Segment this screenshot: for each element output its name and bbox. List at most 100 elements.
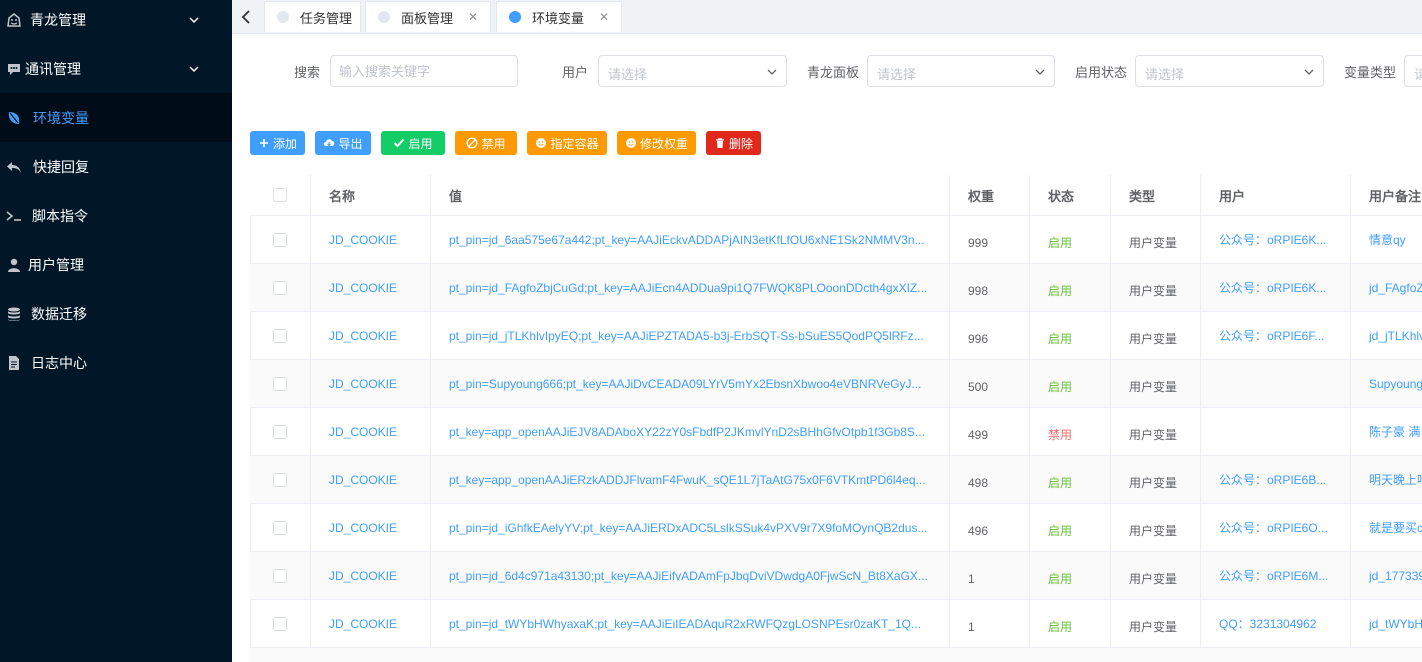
cell-user-text[interactable]: 公众号：oRPIE6K... — [1219, 231, 1326, 248]
cell-name-text[interactable]: JD_COOKIE — [329, 521, 397, 535]
cell-name-text[interactable]: JD_COOKIE — [329, 377, 397, 391]
cell-weight: 1 — [950, 552, 1030, 600]
assign-container-button[interactable]: 指定容器 — [527, 131, 607, 155]
cell-weight-text: 998 — [968, 283, 989, 298]
status-select[interactable]: 请选择 — [1135, 55, 1324, 87]
cell-type-text: 用户变量 — [1129, 476, 1178, 490]
user-select[interactable]: 请选择 — [598, 55, 787, 87]
cell-weight-text: 1 — [968, 571, 975, 586]
sidebar-item-messaging[interactable]: 通讯管理 — [0, 44, 232, 93]
back-button[interactable] — [232, 0, 260, 34]
cell-user-text[interactable]: QQ：3231304962 — [1219, 615, 1316, 632]
cell-name-text[interactable]: JD_COOKIE — [329, 329, 397, 343]
close-icon[interactable]: ✕ — [599, 10, 609, 24]
cell-weight-text: 496 — [968, 523, 989, 538]
column-header-label: 类型 — [1129, 188, 1156, 204]
cell-name-text[interactable]: JD_COOKIE — [329, 617, 397, 631]
cell-value-text[interactable]: pt_pin=jd_FAgfoZbjCuGd;pt_key=AAJiEcn4AD… — [449, 281, 927, 295]
sidebar-item-quick-reply[interactable]: 快捷回复 — [0, 142, 232, 191]
sidebar-item-users[interactable]: 用户管理 — [0, 240, 232, 289]
cell-remark-text[interactable]: 陈子豪 满 — [1369, 423, 1420, 440]
edit-weight-button[interactable]: 修改权重 — [617, 131, 696, 155]
cell-name: JD_COOKIE — [311, 456, 431, 504]
cell-user: 公众号：oRPIE6M... — [1201, 552, 1351, 600]
enable-button[interactable]: 启用 — [381, 131, 445, 155]
cell-type: 用户变量 — [1111, 264, 1201, 312]
row-checkbox[interactable] — [273, 616, 287, 631]
tab-env-vars[interactable]: 环境变量 ✕ — [496, 1, 622, 32]
row-checkbox-cell — [250, 312, 311, 360]
cell-value-text[interactable]: pt_pin=jd_6aa575e67a442;pt_key=AAJiEckvA… — [449, 233, 925, 247]
sidebar-item-migration[interactable]: 数据迁移 — [0, 289, 232, 338]
cell-value-text[interactable]: pt_pin=jd_tWYbHWhyaxaK;pt_key=AAJiEiIEAD… — [449, 617, 921, 631]
table-row-partial — [250, 648, 1422, 662]
add-button[interactable]: 添加 — [250, 131, 305, 155]
row-checkbox[interactable] — [273, 520, 287, 535]
cell-name: JD_COOKIE — [311, 408, 431, 456]
cell-name-text[interactable]: JD_COOKIE — [329, 473, 397, 487]
delete-button[interactable]: 删除 — [706, 131, 761, 155]
cell-value-text[interactable]: pt_pin=jd_jTLKhlvIpyEQ;pt_key=AAJiEPZTAD… — [449, 329, 924, 343]
cell-remark-text[interactable]: 情意qy — [1369, 231, 1406, 248]
sidebar-item-env-vars[interactable]: 环境变量 — [0, 93, 232, 142]
cell-remark-text[interactable]: Supyoung — [1369, 377, 1422, 391]
cell-remark-text[interactable]: jd_tWYbH — [1369, 617, 1422, 631]
cell-user — [1201, 360, 1351, 408]
cell-status: 启用 — [1030, 312, 1111, 360]
cell-status-text: 启用 — [1048, 380, 1073, 394]
cell-remark-text[interactable]: 明天晚上吃 — [1369, 471, 1422, 488]
cell-user — [1201, 408, 1351, 456]
cell-type: 用户变量 — [1111, 312, 1201, 360]
cell-user: 公众号：oRPIE6F... — [1201, 312, 1351, 360]
row-checkbox[interactable] — [273, 232, 287, 247]
row-checkbox[interactable] — [273, 568, 287, 583]
cell-remark-text[interactable]: jd_FAgfoZ — [1369, 281, 1422, 295]
cell-type-text: 用户变量 — [1129, 428, 1178, 442]
cell-remark-text[interactable]: jd_jTLKhlv — [1369, 329, 1422, 343]
row-checkbox[interactable] — [273, 328, 287, 343]
cell-type-text: 用户变量 — [1129, 524, 1178, 538]
cell-value-text[interactable]: pt_key=app_openAAJiEJV8ADAboXY22zY0sFbdf… — [449, 425, 925, 439]
cell-name-text[interactable]: JD_COOKIE — [329, 569, 397, 583]
tab-label: 任务管理 — [300, 10, 353, 26]
cell-value-text[interactable]: pt_pin=jd_6d4c971a43130;pt_key=AAJiEifvA… — [449, 569, 928, 583]
column-header: 类型 — [1111, 175, 1201, 216]
row-checkbox[interactable] — [273, 280, 287, 295]
sidebar-item-scripts[interactable]: 脚本指令 — [0, 191, 232, 240]
cell-type-text: 用户变量 — [1129, 572, 1178, 586]
sidebar-item-logs[interactable]: 日志中心 — [0, 338, 232, 387]
cell-name-text[interactable]: JD_COOKIE — [329, 281, 397, 295]
cell-status: 启用 — [1030, 360, 1111, 408]
type-select[interactable]: 请 — [1404, 55, 1422, 87]
row-checkbox[interactable] — [273, 472, 287, 487]
export-button[interactable]: 导出 — [315, 131, 371, 155]
cell-value-text[interactable]: pt_pin=jd_iGhfkEAelyYV;pt_key=AAJiERDxAD… — [449, 521, 927, 535]
search-input[interactable] — [330, 55, 518, 87]
cell-user-text[interactable]: 公众号：oRPIE6B... — [1219, 471, 1326, 488]
document-icon — [5, 354, 23, 372]
row-checkbox[interactable] — [273, 376, 287, 391]
select-all-checkbox[interactable] — [273, 188, 287, 202]
cell-user-text[interactable]: 公众号：oRPIE6O... — [1219, 519, 1328, 536]
tab-task-management[interactable]: 任务管理 — [264, 1, 361, 32]
panel-select[interactable]: 请选择 — [867, 55, 1055, 87]
cell-remark: 明天晚上吃 — [1351, 456, 1422, 504]
row-checkbox[interactable] — [273, 424, 287, 439]
cell-value-text[interactable]: pt_pin=Supyoung666;pt_key=AAJiDvCEADA09L… — [449, 377, 922, 391]
cell-user-text[interactable]: 公众号：oRPIE6M... — [1219, 567, 1328, 584]
sidebar-item-label: 日志中心 — [31, 354, 87, 371]
cell-user-text[interactable]: 公众号：oRPIE6F... — [1219, 327, 1324, 344]
cell-remark-text[interactable]: 就是要买c — [1369, 519, 1422, 536]
user-select-placeholder: 请选择 — [608, 67, 648, 82]
disable-button[interactable]: 禁用 — [455, 131, 517, 155]
sidebar-item-qinglong[interactable]: 青龙管理 — [0, 0, 232, 44]
cell-remark-text[interactable]: jd_177339 — [1369, 569, 1422, 583]
cell-user-text[interactable]: 公众号：oRPIE6K... — [1219, 279, 1326, 296]
cell-weight-text: 500 — [968, 379, 989, 394]
close-icon[interactable]: ✕ — [468, 10, 478, 24]
row-checkbox-cell — [250, 456, 311, 504]
cell-name-text[interactable]: JD_COOKIE — [329, 233, 397, 247]
cell-name-text[interactable]: JD_COOKIE — [329, 425, 397, 439]
tab-panel-management[interactable]: 面板管理 ✕ — [365, 1, 491, 32]
cell-value-text[interactable]: pt_key=app_openAAJiERzkADDJFlvamF4FwuK_s… — [449, 473, 926, 487]
